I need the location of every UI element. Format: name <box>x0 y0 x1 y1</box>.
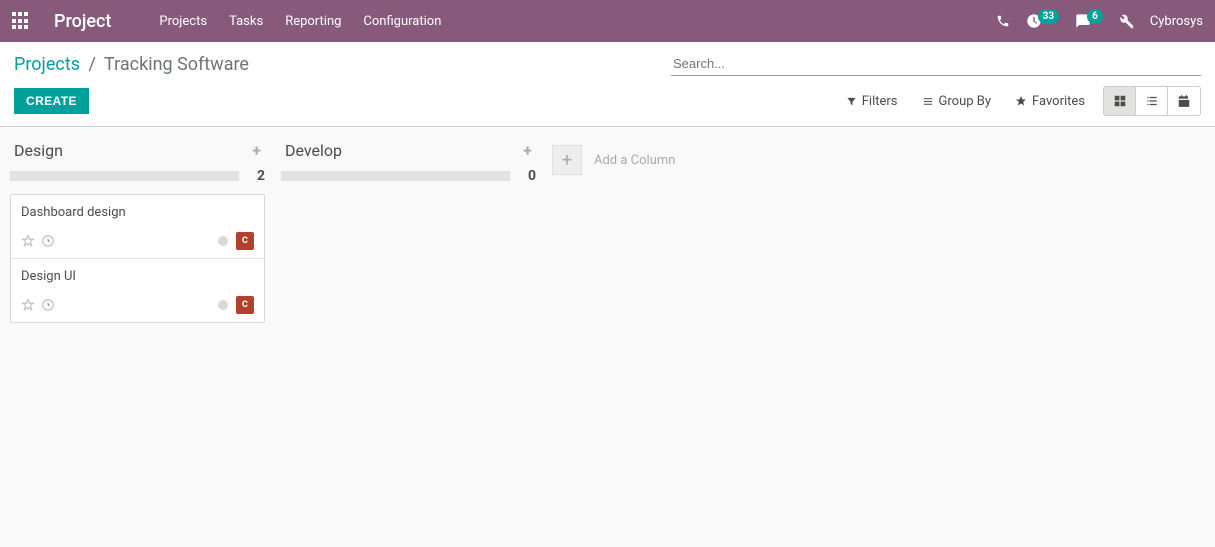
tools-icon[interactable] <box>1119 14 1134 29</box>
search-box[interactable] <box>671 52 1201 76</box>
star-outline-icon[interactable] <box>21 298 35 312</box>
breadcrumb-parent[interactable]: Projects <box>14 54 80 75</box>
filters-button[interactable]: Filters <box>846 94 898 109</box>
card-right: C <box>218 296 254 314</box>
star-icon <box>1015 95 1027 107</box>
clock-icon[interactable] <box>41 298 55 312</box>
clock-icon[interactable] <box>41 234 55 248</box>
list-view-icon <box>1145 94 1159 108</box>
nav-link-tasks[interactable]: Tasks <box>229 14 263 29</box>
star-outline-icon[interactable] <box>21 234 35 248</box>
column-progress-row: 2 <box>10 168 265 184</box>
user-menu[interactable]: Cybrosys <box>1150 14 1203 29</box>
card-footer: C <box>21 296 254 314</box>
view-switcher <box>1103 86 1201 116</box>
kanban-card[interactable]: Dashboard design C <box>11 195 264 259</box>
app-brand[interactable]: Project <box>54 11 111 32</box>
timer-menu[interactable]: 33 <box>1026 13 1059 29</box>
messages-menu[interactable]: 6 <box>1075 13 1103 29</box>
favorites-button[interactable]: Favorites <box>1015 94 1085 109</box>
search-input[interactable] <box>671 52 1201 75</box>
kanban-board: Design + 2 Dashboard design C <box>0 127 1215 335</box>
card-title: Dashboard design <box>21 205 254 220</box>
status-dot[interactable] <box>218 300 228 310</box>
column-count: 0 <box>520 168 536 184</box>
card-icons <box>21 234 55 248</box>
breadcrumb-current: Tracking Software <box>104 54 249 75</box>
card-title: Design UI <box>21 269 254 284</box>
column-count: 2 <box>249 168 265 184</box>
favorites-label: Favorites <box>1032 94 1085 109</box>
breadcrumb: Projects / Tracking Software <box>14 54 249 75</box>
topnav-left: Project Projects Tasks Reporting Configu… <box>12 11 441 32</box>
view-kanban-button[interactable] <box>1104 87 1136 115</box>
create-button[interactable]: CREATE <box>14 88 89 114</box>
kanban-column-design: Design + 2 Dashboard design C <box>10 139 265 323</box>
cp-row-1: Projects / Tracking Software <box>0 42 1215 80</box>
phone-icon[interactable] <box>996 14 1010 28</box>
column-cards: Dashboard design C Design UI <box>10 194 265 323</box>
groupby-label: Group By <box>939 94 992 109</box>
control-panel: Projects / Tracking Software CREATE Filt… <box>0 42 1215 127</box>
nav-link-configuration[interactable]: Configuration <box>363 14 441 29</box>
status-dot[interactable] <box>218 236 228 246</box>
kanban-card[interactable]: Design UI C <box>11 259 264 322</box>
search-options: Filters Group By Favorites <box>846 94 1085 109</box>
topnav-right: 33 6 Cybrosys <box>996 13 1203 29</box>
top-navbar: Project Projects Tasks Reporting Configu… <box>0 0 1215 42</box>
avatar[interactable]: C <box>236 232 254 250</box>
add-column-plus-icon[interactable]: + <box>552 145 582 175</box>
column-progress-bar <box>281 171 510 181</box>
column-progress-bar <box>10 171 239 181</box>
card-right: C <box>218 232 254 250</box>
nav-link-reporting[interactable]: Reporting <box>285 14 341 29</box>
add-column[interactable]: + Add a Column <box>552 145 675 175</box>
cp-row-2: CREATE Filters Group By Favorites <box>0 80 1215 126</box>
column-header: Design + <box>10 139 265 162</box>
column-progress-row: 0 <box>281 168 536 184</box>
view-calendar-button[interactable] <box>1168 87 1200 115</box>
column-header: Develop + <box>281 139 536 162</box>
list-icon <box>922 96 934 107</box>
filter-icon <box>846 96 857 107</box>
view-list-button[interactable] <box>1136 87 1168 115</box>
calendar-icon <box>1177 94 1191 108</box>
nav-links: Projects Tasks Reporting Configuration <box>159 14 441 29</box>
column-title[interactable]: Develop <box>285 141 342 160</box>
column-title[interactable]: Design <box>14 141 63 160</box>
breadcrumb-separator: / <box>84 54 99 75</box>
messages-badge: 6 <box>1087 9 1103 24</box>
timer-badge: 33 <box>1038 9 1059 24</box>
kanban-column-develop: Develop + 0 <box>281 139 536 184</box>
card-footer: C <box>21 232 254 250</box>
apps-icon[interactable] <box>12 12 30 30</box>
avatar[interactable]: C <box>236 296 254 314</box>
column-add-icon[interactable]: + <box>252 141 261 160</box>
filters-label: Filters <box>862 94 898 109</box>
groupby-button[interactable]: Group By <box>922 94 992 109</box>
column-add-icon[interactable]: + <box>523 141 532 160</box>
nav-link-projects[interactable]: Projects <box>159 14 207 29</box>
card-icons <box>21 298 55 312</box>
kanban-icon <box>1113 94 1127 108</box>
add-column-label: Add a Column <box>594 153 675 168</box>
